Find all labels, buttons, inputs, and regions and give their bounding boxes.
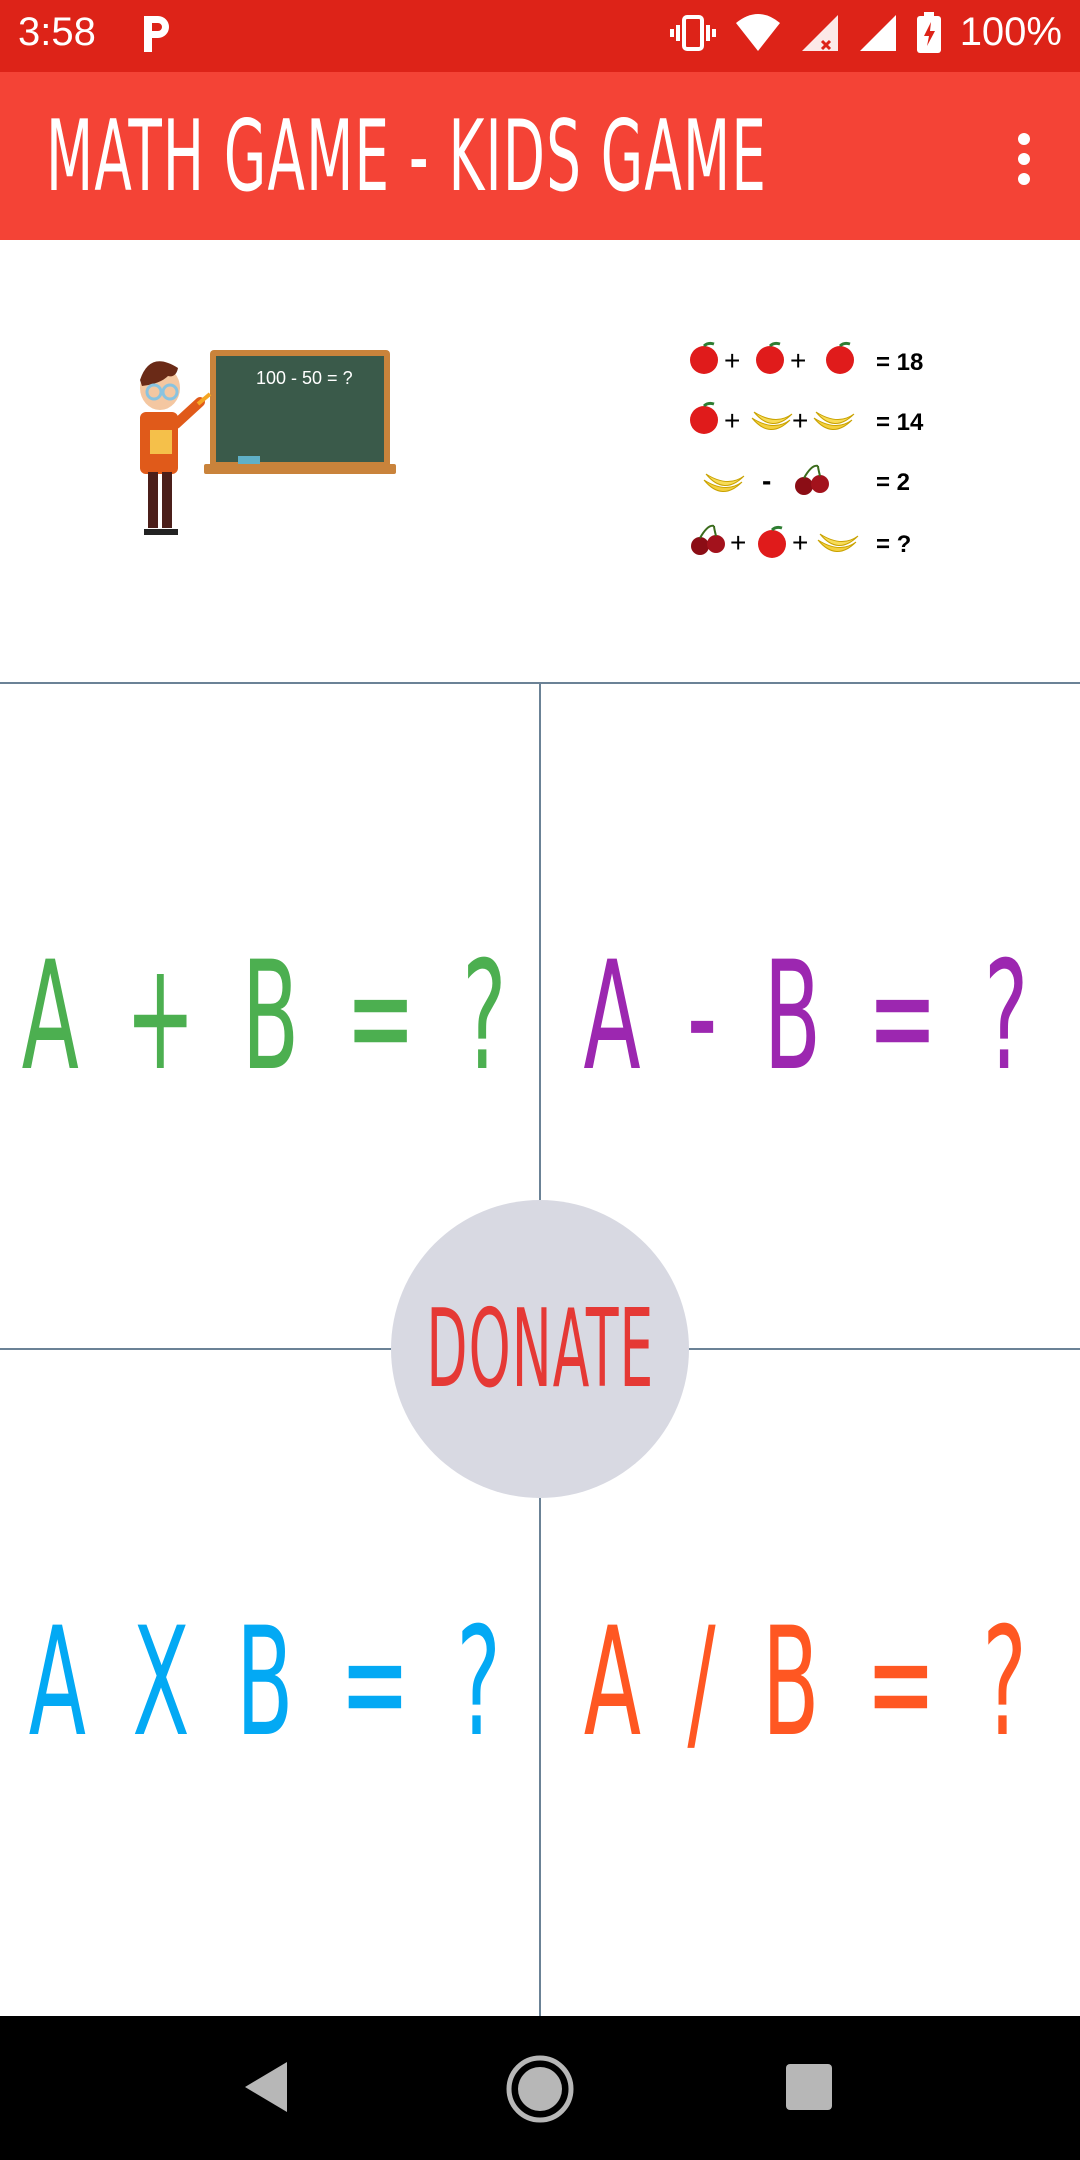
donate-label: DONATE <box>425 1286 655 1412</box>
addition-label: A + B = ? <box>22 930 517 1104</box>
svg-text:+: + <box>724 345 740 376</box>
puzzle-row-3-result: = 2 <box>876 469 910 496</box>
puzzle-row-1-result: = 18 <box>876 349 923 376</box>
chalkboard-text: 100 - 50 = ? <box>256 368 353 388</box>
signal-icon <box>859 14 896 51</box>
puzzle-row-4-result: = ? <box>876 531 911 558</box>
vibrate-icon <box>669 14 716 51</box>
svg-text:+: + <box>790 345 806 376</box>
svg-text:+: + <box>792 527 808 558</box>
dot <box>1018 173 1030 185</box>
back-icon[interactable] <box>243 2060 289 2114</box>
status-bar: 3:58 100% <box>0 0 1080 72</box>
home-icon[interactable] <box>505 2054 575 2124</box>
svg-text:+: + <box>730 527 746 558</box>
overflow-menu-button[interactable] <box>1006 128 1042 192</box>
app-title: MATH GAME - KIDS GAME <box>46 100 768 214</box>
teacher-chalkboard-illustration: 100 - 50 = ? <box>140 350 396 535</box>
navigation-bar <box>0 2016 1080 2160</box>
status-icons: 100% <box>669 10 1062 55</box>
svg-text:-: - <box>762 465 771 496</box>
parking-notification-icon <box>144 16 169 52</box>
recent-apps-icon[interactable] <box>786 2064 832 2110</box>
wifi-icon <box>735 13 780 51</box>
svg-text:+: + <box>724 405 740 436</box>
dot <box>1018 153 1030 165</box>
signal-x-icon <box>801 14 838 51</box>
multiplication-label: A X B = ? <box>28 1596 511 1770</box>
subtraction-label: A - B = ? <box>583 930 1038 1104</box>
status-time: 3:58 <box>18 10 96 54</box>
division-label: A / B = ? <box>584 1596 1037 1770</box>
banner: 100 - 50 = ? + + = 18 + + = 14 - = 2 + +… <box>0 240 1080 682</box>
puzzle-row-2-result: = 14 <box>876 409 924 436</box>
donate-button[interactable]: DONATE <box>391 1200 689 1498</box>
battery-percent: 100% <box>959 10 1062 54</box>
battery-charging-icon <box>916 11 941 53</box>
svg-text:+: + <box>792 405 808 436</box>
app-bar: MATH GAME - KIDS GAME <box>0 72 1080 240</box>
fruit-puzzle-illustration: + + = 18 + + = 14 - = 2 + + = ? <box>688 341 924 560</box>
dot <box>1018 133 1030 145</box>
